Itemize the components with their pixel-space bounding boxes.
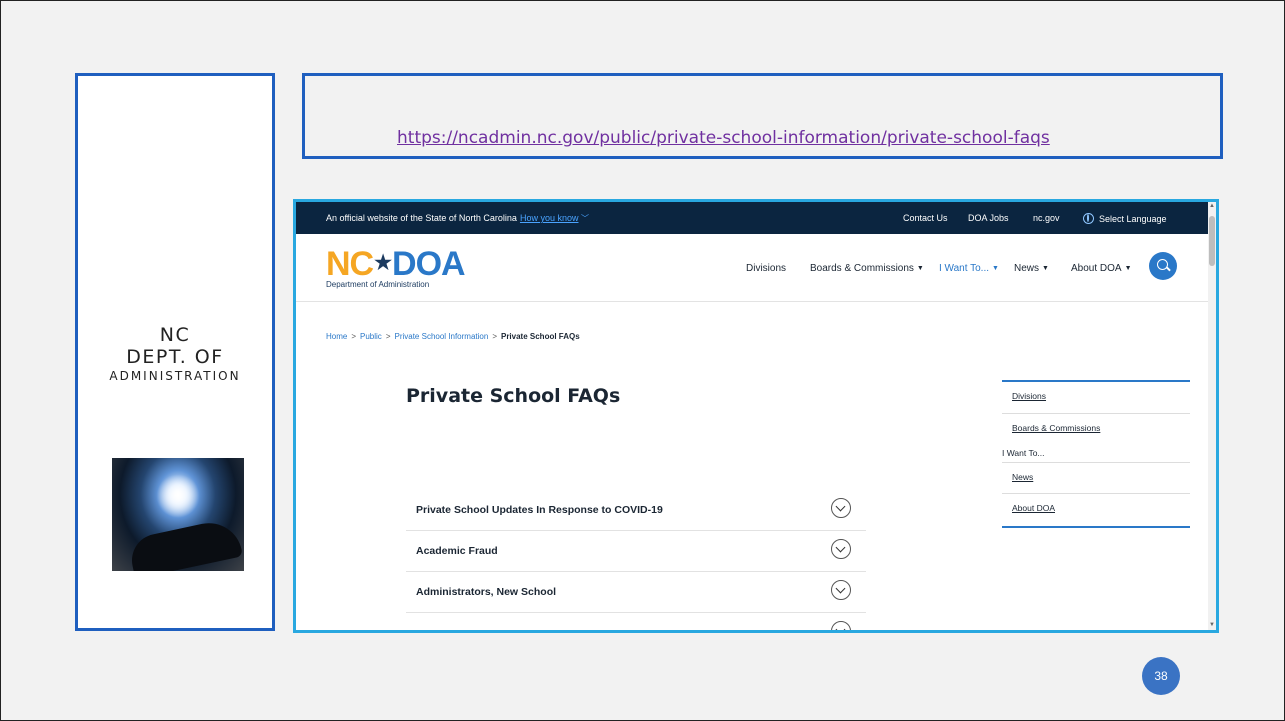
breadcrumb-separator: >: [385, 332, 391, 341]
nav-i-want-to-label: I Want To...: [939, 263, 990, 274]
scroll-thumb[interactable]: [1209, 216, 1215, 266]
side-menu-label: News: [1012, 472, 1034, 482]
side-menu-label: Divisions: [1012, 391, 1047, 401]
search-button[interactable]: [1149, 252, 1177, 280]
caret-down-icon: ▼: [916, 265, 924, 272]
site-header: NC★DOA Department of Administration Divi…: [296, 234, 1208, 302]
org-name-line1: NC: [159, 324, 191, 346]
slide: NC DEPT. OF ADMINISTRATION https://ncadm…: [0, 0, 1285, 721]
side-menu-item-divisions[interactable]: Divisions: [1002, 382, 1190, 414]
official-text: An official website of the State of Nort…: [326, 213, 517, 223]
select-language-button[interactable]: Select Language: [1083, 213, 1167, 224]
scrollbar[interactable]: ▲ ▼: [1208, 202, 1216, 630]
doa-jobs-link[interactable]: DOA Jobs: [968, 213, 1009, 223]
breadcrumb-current: Private School FAQs: [500, 332, 580, 341]
slide-number-badge: 38: [1142, 657, 1180, 695]
nc-gov-link[interactable]: nc.gov: [1033, 213, 1060, 223]
breadcrumb-private-school-information[interactable]: Private School Information: [394, 332, 488, 341]
official-notice: An official website of the State of Nort…: [326, 213, 589, 224]
select-language-label: Select Language: [1099, 214, 1167, 224]
breadcrumb-public[interactable]: Public: [360, 332, 382, 341]
nav-divisions-label: Divisions: [746, 263, 787, 274]
logo-nc: NC: [326, 245, 374, 283]
how-you-know-link[interactable]: How you know: [520, 213, 579, 223]
digital-globe-image: [112, 458, 244, 571]
nav-about-label: About DOA: [1071, 263, 1122, 274]
nav-boards-label: Boards & Commissions: [810, 263, 914, 274]
faq-item[interactable]: Private School Updates In Response to CO…: [406, 490, 866, 531]
caret-down-icon: ▼: [992, 265, 999, 272]
nav-boards-commissions[interactable]: Boards & Commissions ▼: [810, 263, 924, 274]
nav-i-want-to[interactable]: I Want To... ▼: [939, 263, 999, 274]
side-menu: Divisions Boards & Commissions I Want To…: [1002, 380, 1190, 528]
breadcrumb-home[interactable]: Home: [326, 332, 347, 341]
nav-news-label: News: [1014, 263, 1040, 274]
side-menu-item-boards[interactable]: Boards & Commissions: [1002, 414, 1190, 445]
faq-item[interactable]: Administrators, New School: [406, 572, 866, 613]
chevron-down-icon: ﹀: [581, 214, 589, 223]
nav-about-doa[interactable]: About DOA ▼: [1071, 263, 1132, 274]
breadcrumb-separator: >: [492, 332, 497, 341]
chevron-down-icon[interactable]: [831, 580, 851, 600]
scroll-up-arrow-icon[interactable]: ▲: [1209, 203, 1215, 209]
breadcrumb-separator: >: [351, 332, 357, 341]
caret-down-icon: ▼: [1042, 265, 1049, 272]
glow-spark: [156, 474, 200, 518]
chevron-down-icon[interactable]: [831, 498, 851, 518]
faq-item[interactable]: Academic Fraud: [406, 531, 866, 572]
ncdoa-logo[interactable]: NC★DOA Department of Administration: [326, 245, 466, 289]
url-link[interactable]: https://ncadmin.nc.gov/public/private-sc…: [397, 128, 1050, 148]
org-name-line2: DEPT. OF: [126, 346, 224, 368]
logo-doa: DOA: [392, 245, 466, 283]
side-menu-label: About DOA: [1012, 503, 1055, 513]
side-menu-label: Boards & Commissions: [1012, 423, 1101, 433]
faq-title: Academic Fraud: [416, 545, 498, 557]
faq-title: Private School Updates In Response to CO…: [416, 504, 663, 516]
nav-news[interactable]: News ▼: [1014, 263, 1049, 274]
chevron-down-icon[interactable]: [831, 621, 851, 630]
website-screenshot: An official website of the State of Nort…: [293, 199, 1219, 633]
scroll-down-arrow-icon[interactable]: ▼: [1209, 622, 1215, 628]
star-icon: ★: [374, 252, 392, 274]
faq-accordion: Private School Updates In Response to CO…: [406, 490, 866, 630]
side-menu-item-i-want-to[interactable]: I Want To...: [1002, 448, 1045, 458]
hand-silhouette: [127, 517, 243, 571]
chevron-down-icon[interactable]: [831, 539, 851, 559]
contact-us-link[interactable]: Contact Us: [903, 213, 948, 223]
side-menu-item-news[interactable]: News: [1002, 462, 1190, 494]
breadcrumb: Home > Public > Private School Information > P…: [326, 332, 580, 341]
faq-item-partial[interactable]: [406, 613, 866, 630]
side-menu-item-about[interactable]: About DOA: [1002, 494, 1190, 524]
page-title: Private School FAQs: [406, 385, 621, 407]
org-name-line3: ADMINISTRATION: [109, 369, 241, 383]
org-panel: NC DEPT. OF ADMINISTRATION: [75, 73, 275, 631]
official-banner: An official website of the State of Nort…: [296, 202, 1208, 234]
url-box: https://ncadmin.nc.gov/public/private-sc…: [302, 73, 1223, 159]
org-name: NC DEPT. OF ADMINISTRATION: [78, 324, 272, 384]
faq-title: Administrators, New School: [416, 586, 557, 598]
globe-icon: [1083, 213, 1094, 224]
nav-divisions[interactable]: Divisions: [746, 263, 786, 274]
caret-down-icon: ▼: [1124, 265, 1132, 272]
